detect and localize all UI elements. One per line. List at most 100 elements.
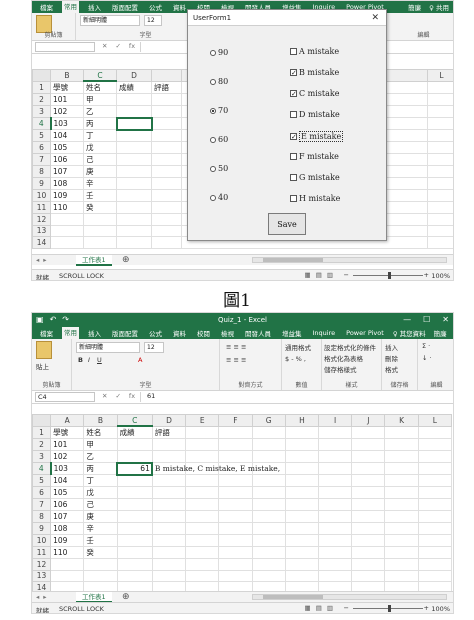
cell[interactable] (417, 438, 453, 451)
cell[interactable] (251, 425, 286, 439)
cell[interactable] (185, 450, 220, 463)
cell-d[interactable] (151, 201, 182, 214)
cell-empty[interactable] (427, 165, 453, 178)
cell[interactable] (318, 450, 353, 463)
tab-power-pivot[interactable]: Power Pivot (344, 329, 386, 337)
normal-view-icon[interactable]: ▦ (305, 604, 311, 612)
cell-a[interactable]: 108 (50, 177, 84, 190)
cell[interactable] (417, 486, 453, 499)
checkbox-icon[interactable]: ✓ (290, 69, 297, 77)
cell-c[interactable] (116, 189, 152, 202)
align-center-icon[interactable]: ≡ ≡ ≡ (226, 356, 246, 364)
tab-file[interactable]: 檔案 (38, 2, 55, 12)
cell-d[interactable]: 評語 (151, 80, 182, 94)
row-header[interactable]: 9 (32, 177, 51, 190)
cell[interactable] (50, 558, 85, 571)
fx-icon[interactable]: fx (129, 42, 135, 50)
cell-b[interactable]: 己 (83, 153, 117, 166)
cell[interactable] (83, 558, 118, 571)
row-header[interactable]: 12 (32, 558, 52, 571)
sheet-nav-icon[interactable]: ◂▸ (36, 255, 51, 265)
name-box[interactable]: C4 (35, 392, 95, 402)
cell[interactable] (318, 486, 353, 499)
cell-empty[interactable] (427, 213, 453, 226)
cell[interactable] (151, 522, 187, 535)
cell[interactable] (185, 425, 220, 439)
row-header[interactable]: 9 (32, 522, 52, 535)
cell-d[interactable] (151, 177, 182, 190)
cell[interactable] (384, 546, 419, 559)
cell[interactable] (384, 450, 419, 463)
cell[interactable] (251, 450, 286, 463)
mistake-checkbox-6[interactable]: G mistake (290, 173, 340, 182)
cell[interactable] (284, 486, 320, 499)
cell[interactable] (218, 486, 253, 499)
row-header[interactable]: 6 (32, 141, 51, 154)
cell[interactable]: 辛 (83, 522, 118, 535)
cell[interactable] (384, 510, 419, 523)
row-header[interactable]: 6 (32, 486, 52, 499)
cell[interactable] (318, 425, 353, 439)
name-box[interactable] (35, 42, 95, 52)
cell-b[interactable]: 壬 (83, 189, 117, 202)
cell-d[interactable] (151, 105, 182, 118)
font-size-box[interactable]: 12 (144, 15, 162, 26)
cell-c[interactable] (116, 224, 152, 237)
cell-d[interactable] (151, 224, 182, 237)
cell-empty[interactable] (427, 93, 453, 106)
radio-button-icon[interactable] (210, 78, 216, 85)
cell[interactable]: 110 (50, 546, 85, 559)
radio-button-icon[interactable] (210, 194, 216, 201)
cell-a[interactable]: 102 (50, 105, 84, 118)
add-sheet-icon[interactable]: ⊕ (122, 255, 130, 265)
cell-d[interactable] (151, 165, 182, 178)
tab-page-layout[interactable]: 版面配置 (110, 328, 140, 338)
cell-empty[interactable] (427, 80, 453, 94)
cell[interactable] (417, 534, 453, 547)
row-header[interactable]: 3 (32, 105, 51, 118)
cell-b[interactable] (83, 213, 117, 226)
column-header[interactable]: B (83, 414, 118, 427)
cell-b[interactable]: 庚 (83, 165, 117, 178)
cell[interactable] (218, 498, 253, 511)
cell[interactable]: 丙 (83, 462, 118, 475)
tab-inquire[interactable]: Inquire (311, 329, 338, 337)
cell[interactable] (151, 510, 187, 523)
cell[interactable] (83, 569, 118, 582)
column-header[interactable]: G (251, 414, 286, 427)
cell[interactable] (384, 486, 419, 499)
cell-c[interactable] (116, 93, 152, 106)
column-header[interactable] (151, 69, 182, 82)
tab-addins[interactable]: 增益集 (280, 328, 304, 338)
cell[interactable] (116, 498, 153, 511)
format-cells-button[interactable]: 格式 (385, 364, 398, 374)
cell[interactable] (251, 534, 286, 547)
cell[interactable] (116, 546, 153, 559)
cell[interactable]: 61 (116, 461, 154, 476)
cell[interactable] (251, 498, 286, 511)
cell[interactable] (417, 425, 453, 439)
cell[interactable] (417, 498, 453, 511)
tell-me-box[interactable]: ♀ 其您資料 (393, 328, 426, 338)
share-button[interactable]: ♀ 共用 (429, 2, 449, 12)
paste-label[interactable]: 貼上 (36, 361, 49, 371)
checkbox-icon[interactable] (290, 195, 297, 202)
cell-a[interactable]: 103 (50, 117, 84, 130)
cell[interactable] (417, 558, 453, 571)
cell[interactable] (116, 522, 153, 535)
cell[interactable]: 102 (50, 450, 85, 463)
mistake-checkbox-1[interactable]: ✓ B mistake (290, 68, 339, 77)
cell-b[interactable]: 姓名 (83, 80, 117, 94)
cell[interactable] (151, 558, 187, 571)
checkbox-icon[interactable] (290, 153, 297, 160)
cell[interactable]: 學號 (50, 425, 85, 439)
cell-c[interactable] (116, 141, 152, 154)
bold-icon[interactable]: B (78, 356, 83, 364)
cancel-icon[interactable]: ✕ (102, 392, 107, 400)
row-header[interactable]: 3 (32, 450, 52, 463)
cell[interactable] (218, 450, 253, 463)
radio-button-icon[interactable] (210, 165, 216, 172)
cell[interactable] (318, 498, 353, 511)
row-header[interactable]: 1 (32, 80, 51, 94)
cell[interactable] (351, 450, 386, 463)
